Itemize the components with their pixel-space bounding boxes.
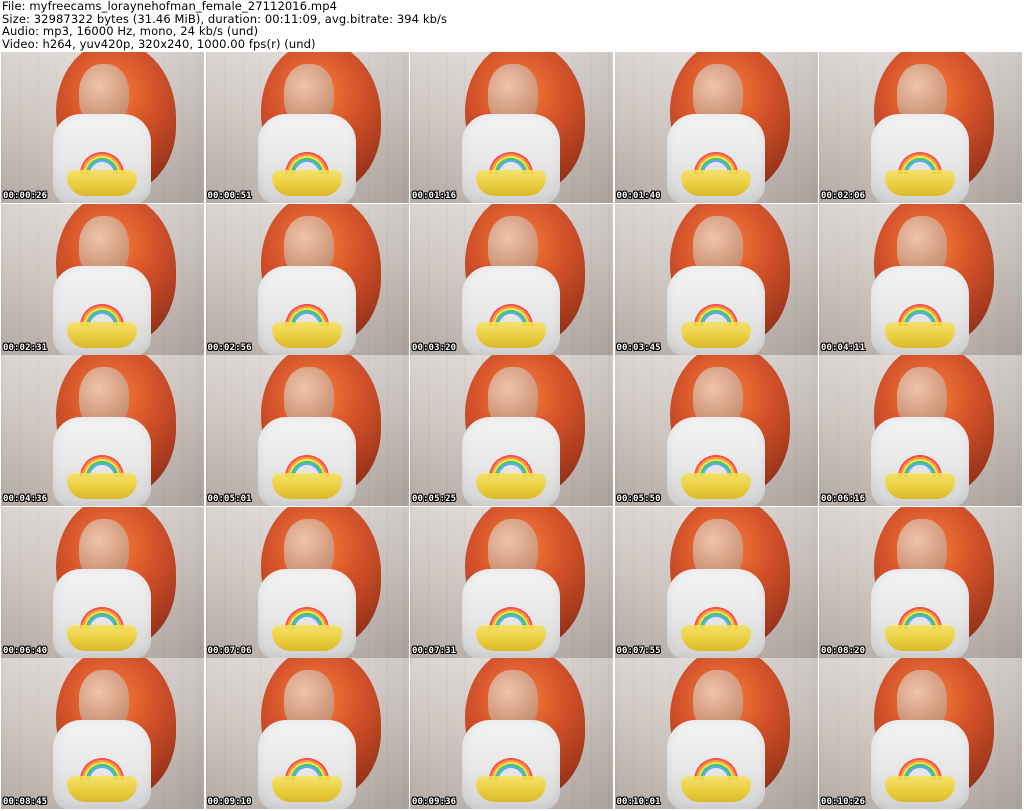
thumbnail-timestamp: 00:06:40	[3, 645, 48, 656]
thumbnail-overlay	[614, 203, 818, 355]
thumbnail-overlay	[819, 658, 1022, 809]
thumbnail-overlay	[410, 355, 613, 506]
thumbnail-13: 00:05:25	[410, 355, 613, 506]
thumbnail-overlay	[205, 658, 409, 809]
thumbnail-16: 00:06:40	[1, 506, 204, 658]
thumbnail-timestamp: 00:00:51	[207, 191, 252, 201]
thumbnail-timestamp: 00:02:56	[207, 342, 252, 353]
thumbnail-18: 00:07:31	[410, 506, 613, 658]
thumbnail-7: 00:02:56	[205, 203, 409, 355]
thumbnail-overlay	[410, 52, 613, 203]
thumbnail-timestamp: 00:06:16	[821, 494, 866, 504]
thumbnail-overlay	[1, 52, 204, 203]
thumbnail-overlay	[205, 52, 409, 203]
thumbnail-overlay	[205, 355, 409, 506]
thumbnail-5: 00:02:06	[819, 52, 1022, 203]
thumbnail-overlay	[1, 355, 204, 506]
thumbnail-timestamp: 00:03:45	[616, 342, 661, 353]
thumbnail-8: 00:03:20	[410, 203, 613, 355]
thumbnail-17: 00:07:06	[205, 506, 409, 658]
video-info-line: Video: h264, yuv420p, 320x240, 1000.00 f…	[2, 36, 316, 51]
thumbnail-21: 00:08:45	[1, 658, 204, 809]
thumbnail-timestamp: 00:07:55	[616, 645, 661, 656]
thumbnail-overlay	[819, 203, 1022, 355]
thumbnail-timestamp: 00:04:36	[3, 494, 48, 504]
thumbnail-grid: 00:00:26 00:00:51 00:01:16 00:01:40 00:0…	[1, 52, 1023, 809]
thumbnail-overlay	[1, 658, 204, 809]
thumbnail-timestamp: 00:04:11	[821, 342, 866, 353]
file-name-line: File: myfreecams_loraynehofman_female_27…	[2, 0, 338, 13]
thumbnail-6: 00:02:31	[1, 203, 204, 355]
thumbnail-overlay	[410, 658, 613, 809]
thumbnail-overlay	[614, 52, 818, 203]
thumbnail-overlay	[205, 203, 409, 355]
thumbnail-timestamp: 00:02:31	[3, 342, 48, 353]
thumbnail-1: 00:00:26	[1, 52, 204, 203]
thumbnail-11: 00:04:36	[1, 355, 204, 506]
thumbnail-overlay	[1, 203, 204, 355]
thumbnail-timestamp: 00:05:01	[207, 494, 252, 504]
thumbnail-9: 00:03:45	[614, 203, 818, 355]
thumbnail-14: 00:05:50	[614, 355, 818, 506]
file-info-header: File: myfreecams_loraynehofman_female_27…	[2, 0, 1022, 52]
thumbnail-overlay	[614, 506, 818, 658]
thumbnail-3: 00:01:16	[410, 52, 613, 203]
thumbnail-overlay	[410, 506, 613, 658]
thumbnail-timestamp: 00:00:26	[3, 191, 48, 201]
thumbnail-timestamp: 00:02:06	[821, 191, 866, 201]
thumbnail-overlay	[205, 506, 409, 658]
thumbnail-timestamp: 00:10:01	[616, 797, 661, 807]
thumbnail-4: 00:01:40	[614, 52, 818, 203]
thumbnail-23: 00:09:36	[410, 658, 613, 809]
thumbnail-timestamp: 00:07:31	[412, 645, 457, 656]
thumbnail-overlay	[614, 658, 818, 809]
thumbnail-overlay	[410, 203, 613, 355]
thumbnail-timestamp: 00:10:26	[821, 797, 866, 807]
thumbnail-overlay	[819, 355, 1022, 506]
thumbnail-timestamp: 00:05:50	[616, 494, 661, 504]
thumbnail-timestamp: 00:09:36	[412, 797, 457, 807]
thumbnail-20: 00:08:20	[819, 506, 1022, 658]
thumbnail-overlay	[1, 506, 204, 658]
thumbnail-2: 00:00:51	[205, 52, 409, 203]
thumbnail-timestamp: 00:08:20	[821, 645, 866, 656]
thumbnail-overlay	[819, 506, 1022, 658]
thumbnail-timestamp: 00:01:16	[412, 191, 457, 201]
thumbnail-22: 00:09:10	[205, 658, 409, 809]
thumbnail-15: 00:06:16	[819, 355, 1022, 506]
thumbnail-overlay	[819, 52, 1022, 203]
thumbnail-timestamp: 00:07:06	[207, 645, 252, 656]
thumbnail-timestamp: 00:09:10	[207, 797, 252, 807]
thumbnail-timestamp: 00:01:40	[616, 191, 661, 201]
thumbnail-10: 00:04:11	[819, 203, 1022, 355]
audio-info-line: Audio: mp3, 16000 Hz, mono, 24 kb/s (und…	[2, 24, 259, 38]
thumbnail-overlay	[614, 355, 818, 506]
thumbnail-timestamp: 00:03:20	[412, 342, 457, 353]
thumbnail-timestamp: 00:08:45	[3, 797, 48, 807]
thumbnail-timestamp: 00:05:25	[412, 494, 457, 504]
thumbnail-25: 00:10:26	[819, 658, 1022, 809]
thumbnail-12: 00:05:01	[205, 355, 409, 506]
thumbnail-24: 00:10:01	[614, 658, 818, 809]
thumbnail-19: 00:07:55	[614, 506, 818, 658]
